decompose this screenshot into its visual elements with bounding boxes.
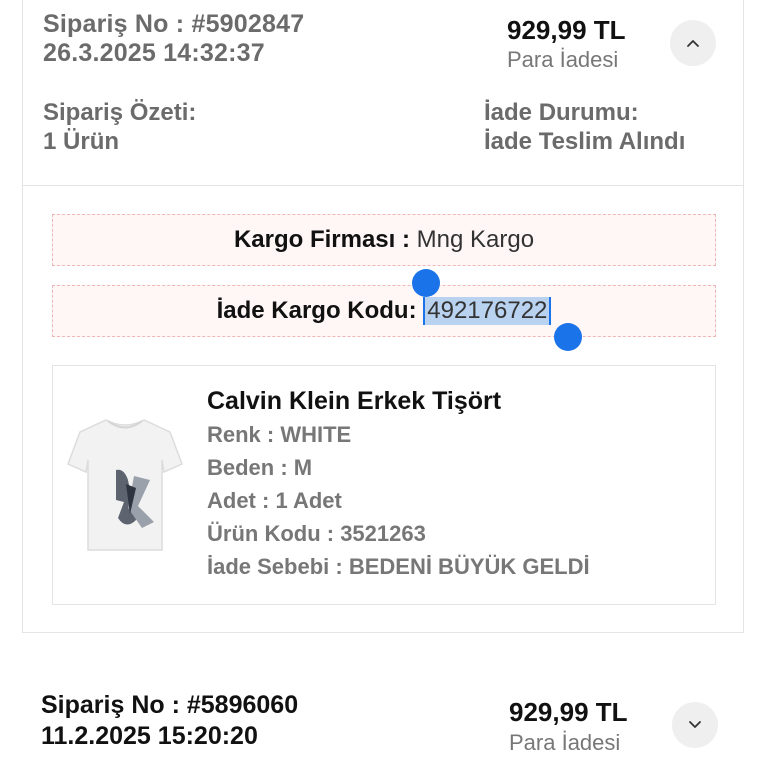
return-code-box: İade Kargo Kodu: 492176722 [52, 285, 716, 337]
product-color: Renk : WHITE [207, 422, 352, 447]
cargo-company-label: Kargo Firması : [233, 226, 410, 253]
amount-label: Para İadesi [509, 730, 621, 755]
product-image[interactable] [66, 410, 184, 558]
order-number: Sipariş No : #5896060 [41, 691, 299, 719]
selection-end-handle[interactable] [554, 323, 582, 351]
order-summary-value: 1 Ürün [43, 128, 120, 155]
chevron-down-icon [689, 721, 701, 728]
order-amount: 929,99 TL [507, 15, 626, 45]
expand-toggle-button[interactable] [672, 702, 718, 748]
chevron-up-icon [687, 40, 699, 47]
product-name: Calvin Klein Erkek Tişört [207, 387, 502, 415]
collapse-toggle-button[interactable] [670, 20, 716, 66]
order-amount: 929,99 TL [509, 697, 628, 727]
divider [22, 185, 744, 186]
cargo-company-box: Kargo Firması : Mng Kargo [52, 214, 716, 266]
amount-label: Para İadesi [507, 47, 619, 72]
return-status-value: İade Teslim Alındı [484, 128, 686, 155]
return-code-label: İade Kargo Kodu: [216, 297, 417, 324]
selection-start-handle[interactable] [412, 269, 440, 297]
return-reason: İade Sebebi : BEDENİ BÜYÜK GELDİ [207, 554, 590, 579]
product-code: Ürün Kodu : 3521263 [207, 521, 426, 546]
order-date: 11.2.2025 15:20:20 [41, 722, 258, 750]
return-status-label: İade Durumu: [484, 99, 639, 126]
order-summary-label: Sipariş Özeti: [43, 99, 197, 126]
cargo-company-value: Mng Kargo [416, 226, 535, 253]
product-size: Beden : M [207, 455, 313, 480]
order-date: 26.3.2025 14:32:37 [43, 39, 265, 67]
product-quantity: Adet : 1 Adet [207, 488, 342, 513]
return-code-value[interactable]: 492176722 [423, 297, 552, 325]
tshirt-image [67, 419, 183, 551]
order-number: Sipariş No : #5902847 [43, 10, 305, 38]
